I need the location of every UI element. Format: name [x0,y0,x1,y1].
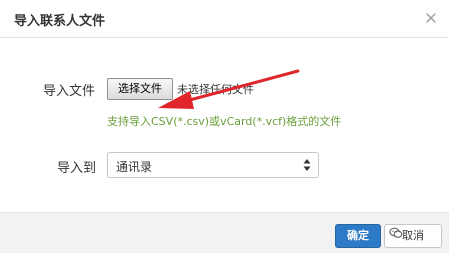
dialog-title: 导入联系人文件 [14,14,106,29]
choose-file-button[interactable]: 选择文件 [107,78,173,100]
import-contacts-dialog: 导入联系人文件 导入文件 选择文件 未选择任何文件 支持导入CSV(*.csv)… [0,0,449,253]
import-to-label: 导入到 [57,161,97,176]
supported-formats-hint: 支持导入CSV(*.csv)或vCard(*.vcf)格式的文件 [107,115,342,128]
select-arrows-icon [303,159,311,171]
import-target-value: 通讯录 [116,160,153,174]
import-file-label: 导入文件 [43,84,96,99]
file-status-text: 未选择任何文件 [177,83,254,96]
close-button[interactable] [422,9,440,27]
confirm-button[interactable]: 确定 [335,224,381,248]
dialog-footer [0,212,449,253]
close-icon [426,13,436,23]
cancel-button[interactable]: 取消 [384,224,442,248]
dialog-titlebar: 导入联系人文件 [0,0,449,38]
import-target-select[interactable]: 通讯录 [107,152,319,178]
